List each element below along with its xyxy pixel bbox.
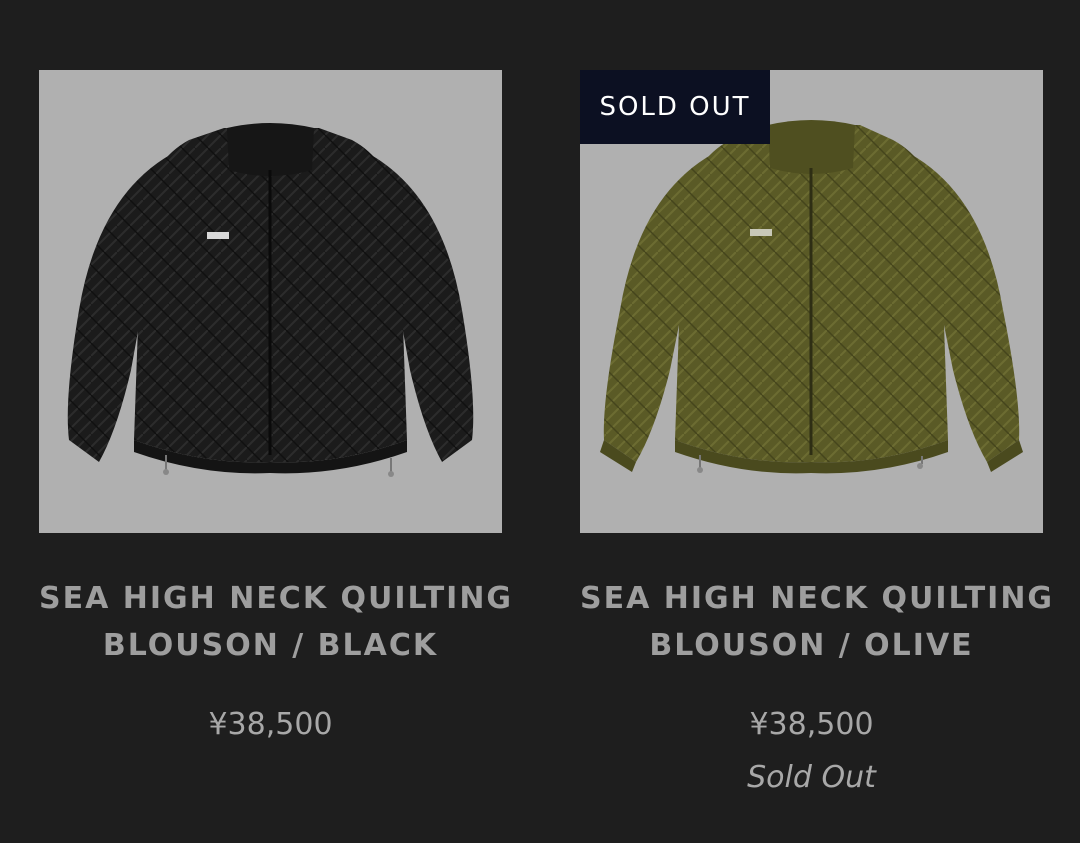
product-price-black: ¥38,500	[208, 707, 333, 742]
sold-out-status: Sold Out	[747, 760, 876, 795]
product-title-olive[interactable]: SEA HIGH NECK QUILTING BLOUSON / OLIVE	[580, 575, 1055, 669]
sold-out-badge: SOLD OUT	[580, 70, 770, 144]
product-image-black[interactable]	[39, 70, 502, 533]
product-title-black[interactable]: SEA HIGH NECK QUILTING BLOUSON / BLACK	[39, 575, 514, 669]
product-grid: SEA HIGH NECK QUILTING BLOUSON / BLACK ¥…	[0, 0, 1080, 843]
product-title-line1: SEA HIGH NECK QUILTING	[39, 581, 514, 616]
product-card-olive[interactable]: SOLD OUT SEA HIGH NECK QUILTING BLOUSON …	[580, 70, 1055, 795]
product-title-line2: BLOUSON / BLACK	[102, 628, 439, 663]
product-title-line1: SEA HIGH NECK QUILTING	[580, 581, 1055, 616]
product-card-black[interactable]: SEA HIGH NECK QUILTING BLOUSON / BLACK ¥…	[39, 70, 514, 742]
jacket-black-image	[67, 123, 474, 477]
product-title-line2: BLOUSON / OLIVE	[649, 628, 974, 663]
product-image-olive[interactable]: SOLD OUT	[580, 70, 1043, 533]
product-price-olive: ¥38,500	[749, 707, 874, 742]
